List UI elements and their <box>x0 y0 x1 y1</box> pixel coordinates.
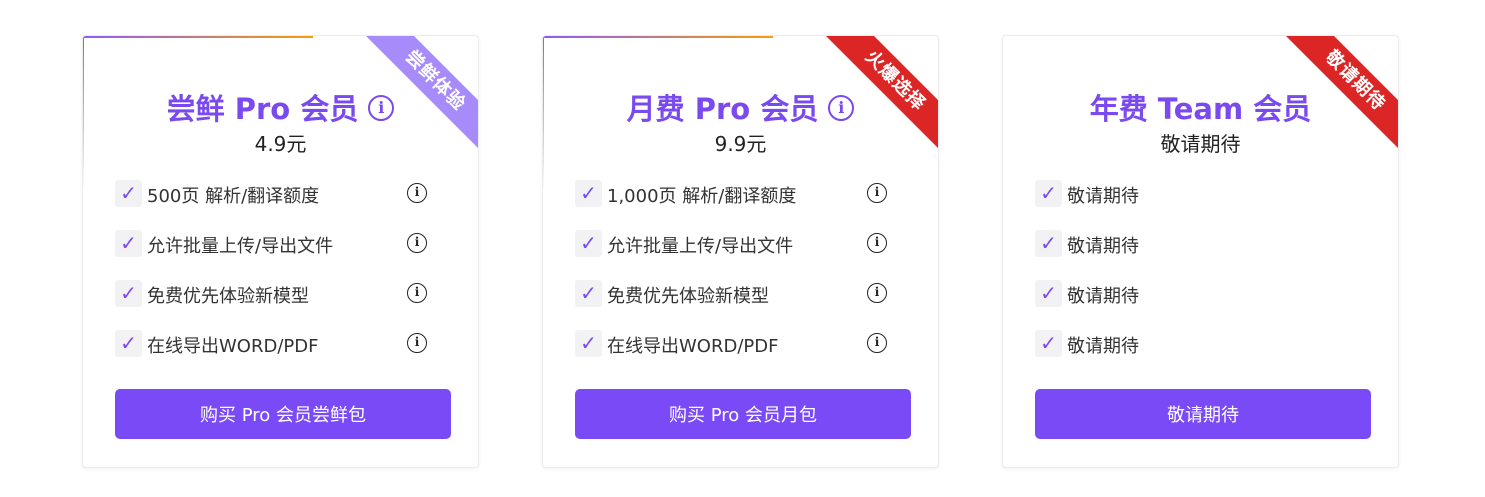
pricing-card-monthly: 火爆选择 月费 Pro 会员 i 9.9元 ✓ 1,000页 解析/翻译额度 i … <box>542 35 939 468</box>
feature-text: 敬请期待 <box>1067 336 1139 357</box>
checkmark-icon: ✓ <box>115 180 142 207</box>
feature-item: ✓ 1,000页 解析/翻译额度 i <box>575 179 915 209</box>
info-circle-icon[interactable]: i <box>407 183 427 203</box>
feature-text: 敬请期待 <box>1067 286 1139 307</box>
feature-item: ✓ 敬请期待 <box>1035 329 1375 359</box>
card-accent-top <box>83 36 313 38</box>
feature-item: ✓ 免费优先体验新模型 i <box>575 279 915 309</box>
checkmark-icon: ✓ <box>115 230 142 257</box>
feature-text: 在线导出WORD/PDF <box>147 336 319 357</box>
checkmark-icon: ✓ <box>575 230 602 257</box>
feature-text: 敬请期待 <box>1067 186 1139 207</box>
checkmark-icon: ✓ <box>1035 280 1062 307</box>
info-circle-icon[interactable]: i <box>368 95 395 121</box>
card-title: 年费 Team 会员 <box>1003 86 1398 128</box>
card-title: 尝鲜 Pro 会员 i <box>83 86 478 128</box>
info-circle-icon[interactable]: i <box>407 283 427 303</box>
checkmark-icon: ✓ <box>575 280 602 307</box>
buy-trial-button[interactable]: 购买 Pro 会员尝鲜包 <box>115 389 451 439</box>
feature-item: ✓ 免费优先体验新模型 i <box>115 279 455 309</box>
info-circle-icon[interactable]: i <box>867 333 887 353</box>
feature-item: ✓ 在线导出WORD/PDF i <box>575 329 915 359</box>
feature-text: 在线导出WORD/PDF <box>607 336 779 357</box>
checkmark-icon: ✓ <box>575 330 602 357</box>
feature-item: ✓ 敬请期待 <box>1035 279 1375 309</box>
feature-item: ✓ 在线导出WORD/PDF i <box>115 329 455 359</box>
checkmark-icon: ✓ <box>575 180 602 207</box>
checkmark-icon: ✓ <box>115 280 142 307</box>
checkmark-icon: ✓ <box>1035 230 1062 257</box>
card-accent-top <box>543 36 773 38</box>
info-circle-icon[interactable]: i <box>407 333 427 353</box>
card-title: 月费 Pro 会员 i <box>543 86 938 128</box>
card-price: 9.9元 <box>714 132 767 156</box>
card-price: 4.9元 <box>254 132 307 156</box>
feature-text: 500页 解析/翻译额度 <box>147 186 320 207</box>
card-title-text: 尝鲜 Pro 会员 <box>166 92 359 126</box>
feature-item: ✓ 敬请期待 <box>1035 179 1375 209</box>
feature-item: ✓ 500页 解析/翻译额度 i <box>115 179 455 209</box>
info-circle-icon[interactable]: i <box>828 95 855 121</box>
card-price: 敬请期待 <box>1160 132 1241 156</box>
feature-text: 1,000页 解析/翻译额度 <box>607 186 797 207</box>
info-circle-icon[interactable]: i <box>867 183 887 203</box>
feature-item: ✓ 允许批量上传/导出文件 i <box>575 229 915 259</box>
info-circle-icon[interactable]: i <box>407 233 427 253</box>
card-title-text: 月费 Pro 会员 <box>626 92 819 126</box>
feature-text: 免费优先体验新模型 <box>607 286 769 307</box>
pricing-card-trial: 尝鲜体验 尝鲜 Pro 会员 i 4.9元 ✓ 500页 解析/翻译额度 i ✓ … <box>82 35 479 468</box>
feature-item: ✓ 敬请期待 <box>1035 229 1375 259</box>
checkmark-icon: ✓ <box>1035 180 1062 207</box>
card-title-text: 年费 Team 会员 <box>1089 92 1312 126</box>
checkmark-icon: ✓ <box>115 330 142 357</box>
feature-text: 免费优先体验新模型 <box>147 286 309 307</box>
info-circle-icon[interactable]: i <box>867 233 887 253</box>
feature-text: 允许批量上传/导出文件 <box>607 236 794 257</box>
coming-soon-button[interactable]: 敬请期待 <box>1035 389 1371 439</box>
info-circle-icon[interactable]: i <box>867 283 887 303</box>
buy-monthly-button[interactable]: 购买 Pro 会员月包 <box>575 389 911 439</box>
pricing-card-team: 敬请期待 年费 Team 会员 敬请期待 ✓ 敬请期待 ✓ 敬请期待 ✓ 敬请期… <box>1002 35 1399 468</box>
feature-text: 敬请期待 <box>1067 236 1139 257</box>
feature-item: ✓ 允许批量上传/导出文件 i <box>115 229 455 259</box>
checkmark-icon: ✓ <box>1035 330 1062 357</box>
feature-text: 允许批量上传/导出文件 <box>147 236 334 257</box>
